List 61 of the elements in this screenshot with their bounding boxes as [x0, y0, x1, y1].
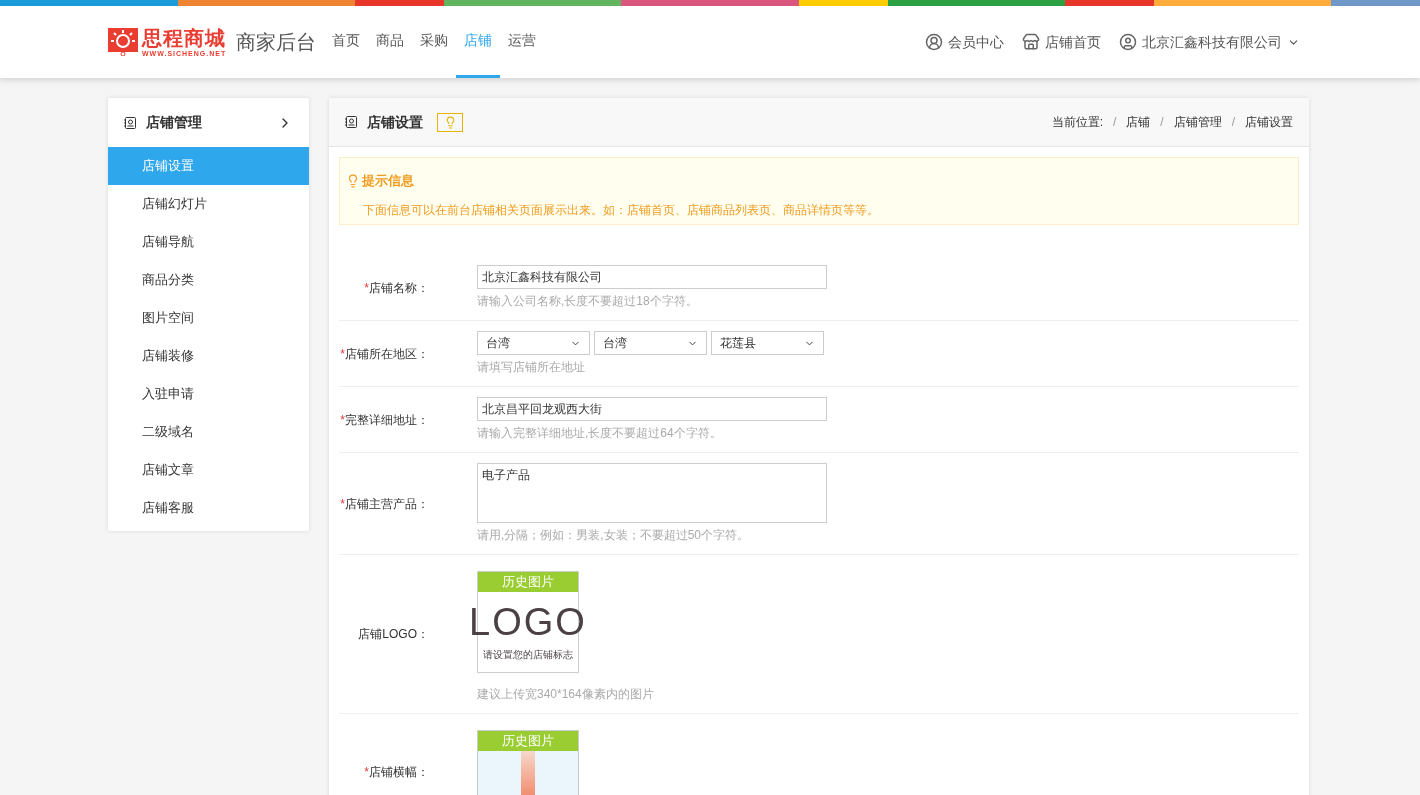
sidebar-item[interactable]: 店铺文章: [108, 451, 309, 489]
field-hint: 请用,分隔；例如：男装,女装；不要超过50个字符。: [477, 527, 750, 544]
sidebar-item[interactable]: 店铺导航: [108, 223, 309, 261]
sidebar-item[interactable]: 店铺装修: [108, 337, 309, 375]
textarea-field[interactable]: 电子产品: [477, 463, 827, 523]
user-icon: [1119, 33, 1137, 51]
sidebar-item[interactable]: 商品分类: [108, 261, 309, 299]
breadcrumb-link[interactable]: 店铺: [1126, 113, 1151, 131]
text-field[interactable]: 北京汇鑫科技有限公司: [477, 265, 827, 289]
required-asterisk: *: [340, 345, 345, 363]
logo-image-text: LOGO: [469, 602, 587, 641]
sidebar-item[interactable]: 店铺客服: [108, 489, 309, 527]
field-label: 店铺主营产品：: [345, 495, 429, 513]
text-field[interactable]: 北京昌平回龙观西大街: [477, 397, 827, 421]
sidebar-item[interactable]: 二级域名: [108, 413, 309, 451]
nav-tab[interactable]: 首页: [324, 6, 369, 78]
header-link[interactable]: 会员中心: [925, 31, 1004, 53]
sun-logo-icon: [108, 28, 138, 56]
store-icon: [1022, 33, 1040, 51]
user-icon: [925, 33, 943, 51]
field-hint: 请输入公司名称,长度不要超过18个字符。: [477, 293, 699, 310]
brand-name: 思程商城: [142, 27, 227, 48]
breadcrumb-separator: /: [1112, 114, 1117, 131]
required-asterisk: *: [364, 279, 369, 297]
breadcrumb-link[interactable]: 店铺管理: [1173, 113, 1222, 131]
required-asterisk: *: [340, 495, 345, 513]
select-field[interactable]: 花莲县: [711, 331, 824, 355]
field-label: 完整详细地址：: [345, 411, 429, 429]
nav-tab[interactable]: 运营: [500, 6, 545, 78]
header-link[interactable]: 店铺首页: [1022, 31, 1101, 53]
header-link[interactable]: 北京汇鑫科技有限公司: [1119, 31, 1300, 53]
sidebar-item[interactable]: 图片空间: [108, 299, 309, 337]
notice-title: 提示信息: [362, 172, 414, 190]
breadcrumb-separator: /: [1160, 114, 1164, 131]
select-field[interactable]: 台湾: [477, 331, 590, 355]
site-subtitle: 商家后台: [236, 30, 317, 55]
field-label: 店铺LOGO：: [358, 626, 429, 643]
field-hint: 请填写店铺所在地址: [477, 359, 586, 376]
field-label: 店铺所在地区：: [345, 345, 429, 363]
field-label: 店铺名称：: [369, 279, 429, 297]
nav-tab[interactable]: 商品: [368, 6, 413, 78]
breadcrumb-separator: /: [1231, 114, 1235, 131]
nav-tab[interactable]: 采购: [412, 6, 457, 78]
sidebar-item[interactable]: 入驻申请: [108, 375, 309, 413]
sidebar-item[interactable]: 店铺幻灯片: [108, 185, 309, 223]
breadcrumb-link[interactable]: 店铺设置: [1245, 113, 1293, 131]
required-asterisk: *: [340, 411, 345, 429]
page-icon: [124, 116, 136, 129]
panel-title: 店铺设置: [367, 112, 423, 132]
field-label: 店铺横幅：: [369, 764, 429, 781]
logo-image-caption: 请设置您的店铺标志: [483, 647, 573, 662]
field-hint: 建议上传宽340*164像素内的图片: [477, 686, 654, 703]
breadcrumb-label: 当前位置:: [1051, 114, 1103, 131]
page-icon: [345, 116, 357, 128]
lightbulb-icon: [346, 173, 360, 188]
sidebar-title: 店铺管理: [146, 113, 202, 132]
field-hint: 请输入完整详细地址,长度不要超过64个字符。: [477, 425, 723, 442]
select-field[interactable]: 台湾: [594, 331, 707, 355]
tip-button[interactable]: [437, 112, 463, 132]
required-asterisk: *: [364, 764, 369, 781]
notice-text: 下面信息可以在前台店铺相关页面展示出来。如：店铺首页、店铺商品列表页、商品详情页等等。: [363, 201, 880, 219]
